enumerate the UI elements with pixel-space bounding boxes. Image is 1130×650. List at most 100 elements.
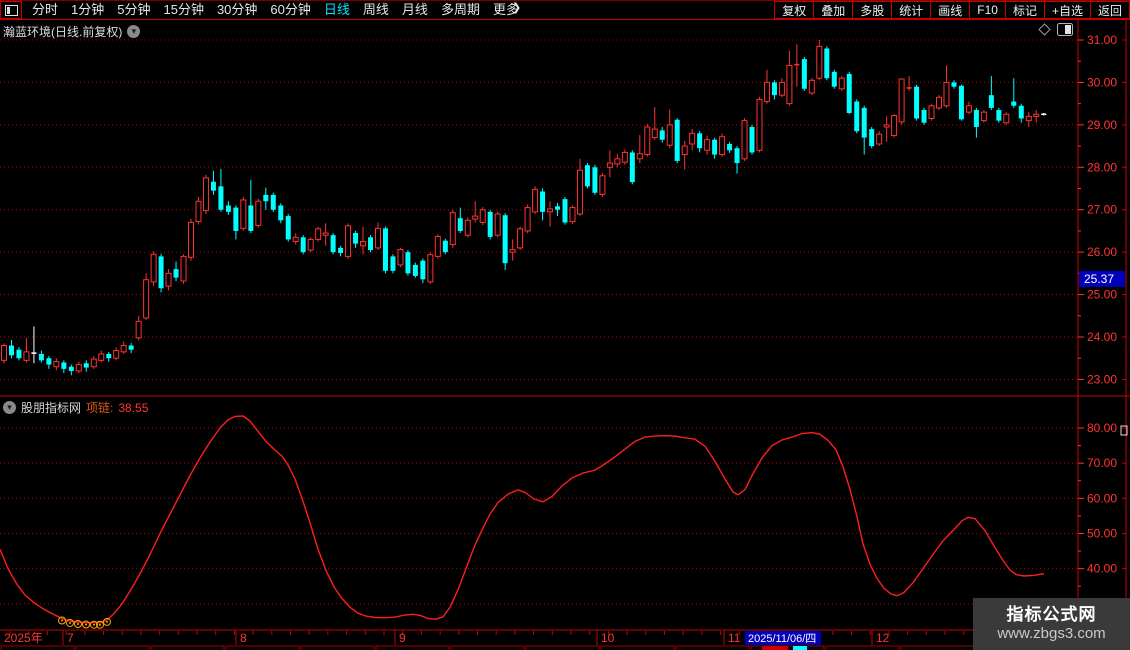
period-tab-8[interactable]: 月线 [402,1,428,19]
period-tab-3[interactable]: 15分钟 [163,1,203,19]
candlestick [345,225,352,257]
price-axis-label: 25.00 [1087,288,1117,302]
candlestick [487,211,493,237]
candlestick [674,119,680,161]
candlestick [150,253,157,283]
candlestick [756,98,763,151]
candlestick [106,353,112,359]
indicator-value: 38.55 [118,400,149,415]
indicator-axis-label: 80.00 [1087,421,1117,435]
candlestick [569,207,576,223]
candlestick [636,153,643,160]
candlestick [292,236,299,243]
candlestick [891,115,898,136]
candlestick [300,237,306,253]
candlestick [120,344,127,353]
candlestick [1025,115,1032,122]
candlestick [338,247,344,253]
candlestick [68,366,74,371]
period-tab-5[interactable]: 60分钟 [270,1,310,19]
candlestick [869,129,875,147]
action-button-1[interactable]: 叠加 [813,1,854,19]
candlestick [420,260,426,280]
candlestick [180,255,187,282]
indicator-line [0,415,1045,624]
candlestick [113,350,120,359]
action-button-0[interactable]: 复权 [774,1,815,19]
candlestick [808,79,815,94]
period-tab-2[interactable]: 5分钟 [117,1,150,19]
action-button-5[interactable]: F10 [969,1,1006,19]
candlestick [315,228,322,240]
maximize-pane-icon[interactable] [1057,23,1073,36]
diamond-icon[interactable] [1038,23,1051,36]
period-tab-0[interactable]: 分时 [32,1,58,19]
candlestick [741,120,748,160]
candlestick [158,256,164,289]
chevron-down-icon[interactable]: ▾ [3,401,16,414]
candlestick [996,110,1002,121]
indicator-axis-label: 70.00 [1087,456,1117,470]
candlestick [390,256,396,271]
candlestick [464,219,471,236]
candlestick [659,130,665,140]
candlestick [547,208,554,213]
candlestick [965,105,972,113]
period-tab-1[interactable]: 1分钟 [71,1,104,19]
candlestick [666,124,673,146]
candlestick [1003,113,1010,124]
action-button-2[interactable]: 多股 [852,1,893,19]
candlestick [90,358,97,368]
candlestick [951,82,957,87]
candlestick [584,165,590,187]
candlestick [143,279,150,319]
chart-canvas: 31.00 30.00 29.00 28.00 27.00 26.00 25.00 24.00… [0,20,1130,650]
candlestick [727,143,733,151]
candlestick [188,221,194,258]
candlestick [540,191,546,212]
candlestick [135,320,142,339]
action-button-3[interactable]: 统计 [891,1,932,19]
candlestick [786,64,793,105]
signal-marker-dot [69,621,71,624]
clipped-bottom-row [0,645,75,650]
indicator-axis-label: 40.00 [1087,562,1117,576]
more-arrow-icon: ❯ [511,2,522,14]
candlestick [914,86,920,119]
panel-layout-button[interactable] [0,1,22,19]
candlestick [943,81,950,107]
candlestick [958,85,964,120]
candlestick [599,175,606,195]
chevron-down-icon[interactable]: ▾ [127,25,141,38]
candlestick [816,45,823,79]
candlestick [838,77,845,90]
candlestick [8,345,14,356]
candlestick [980,111,987,122]
candlestick [763,81,770,103]
signal-marker-dot [93,623,95,626]
candlestick [651,128,658,139]
action-button-8[interactable]: 返回 [1089,1,1130,19]
period-tab-6[interactable]: 日线 [324,1,350,19]
indicator-title-row: ▾ 股朋指标网 项链: 38.55 [3,399,148,416]
candlestick [621,151,628,163]
period-tab-9[interactable]: 多周期 [441,1,480,19]
candlestick [576,169,583,215]
period-tab-4[interactable]: 30分钟 [217,1,257,19]
action-button-7[interactable]: +自选 [1043,1,1091,19]
candlestick [1033,113,1040,117]
signal-marker-dot [85,623,87,626]
candlestick [734,148,740,164]
action-button-4[interactable]: 画线 [930,1,971,19]
candlestick [457,218,463,231]
candlestick [861,107,867,138]
action-button-6[interactable]: 标记 [1004,1,1045,19]
candlestick [778,81,785,96]
period-tab-7[interactable]: 周线 [363,1,389,19]
candlestick [472,215,479,220]
clipped-bottom-row [375,645,450,650]
indicator-axis-label: 60.00 [1087,491,1117,505]
candlestick [128,345,134,350]
year-label: 2025年 [4,631,43,645]
candlestick [38,353,44,361]
